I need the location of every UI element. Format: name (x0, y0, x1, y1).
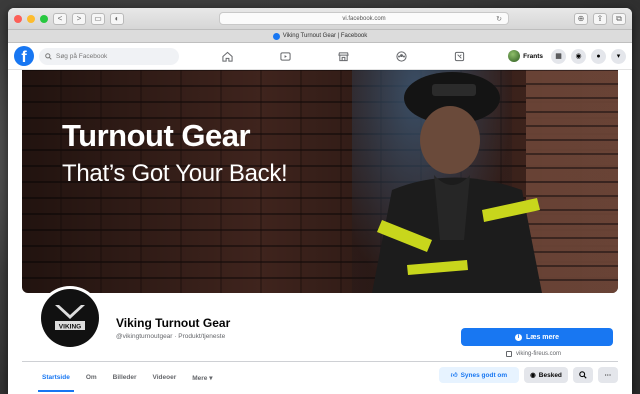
cover-photo[interactable]: Turnout Gear That’s Got Your Back! (22, 70, 618, 293)
nav-groups[interactable] (372, 43, 430, 70)
page-title: Viking Turnout Gear (116, 316, 231, 330)
cover-subheadline: That’s Got Your Back! (62, 160, 288, 187)
thumbs-up-icon: 👍︎ (450, 372, 458, 379)
browser-tab[interactable]: Viking Turnout Gear | Facebook (8, 30, 632, 43)
downloads-icon[interactable]: ⊕ (574, 12, 588, 25)
shield-icon[interactable]: ◐ (110, 12, 124, 25)
message-label: Besked (538, 371, 562, 379)
back-button[interactable]: < (53, 12, 67, 25)
external-link-icon (506, 351, 512, 357)
video-icon (279, 51, 291, 61)
search-icon (579, 371, 587, 379)
page-profile-picture[interactable]: VIKING (38, 286, 102, 350)
ellipsis-icon: ··· (604, 371, 612, 379)
main-nav (198, 43, 488, 70)
search-page-button[interactable] (573, 367, 593, 383)
tab-more[interactable]: Mere ▾ (184, 361, 220, 394)
more-options-button[interactable]: ··· (598, 367, 618, 383)
learn-more-button[interactable]: i Læs mere (461, 328, 613, 346)
header-right: Frants ▦ ◉ ● ▾ (508, 48, 626, 64)
groups-icon (395, 50, 407, 62)
marketplace-icon (337, 51, 349, 61)
facebook-header: f Søg på Facebook Frants ▦ ◉ ● ▾ (8, 43, 632, 70)
browser-window: < > ▭ ◐ vi.facebook.com ↻ ⊕ ⇪ ⧉ Viking T… (8, 8, 632, 394)
account-chevron-down-icon[interactable]: ▾ (611, 48, 626, 64)
menu-grid-icon[interactable]: ▦ (551, 48, 566, 64)
nav-home[interactable] (198, 43, 256, 70)
zoom-window-button[interactable] (40, 14, 48, 23)
message-button[interactable]: ◉ Besked (524, 367, 568, 383)
messenger-small-icon: ◉ (530, 372, 536, 379)
firefighter-illustration (372, 72, 542, 293)
nav-gaming[interactable] (430, 43, 488, 70)
reload-icon[interactable]: ↻ (496, 15, 502, 23)
tab-videoer[interactable]: Videoer (145, 361, 185, 394)
search-icon (45, 52, 52, 60)
url-text: vi.facebook.com (342, 15, 386, 22)
page-content: Turnout Gear That’s Got Your Back! VIKIN… (8, 70, 632, 394)
tab-title: Viking Turnout Gear | Facebook (282, 33, 368, 39)
avatar (508, 50, 521, 62)
profile-name: Frants (523, 52, 543, 60)
tab-om[interactable]: Om (78, 361, 105, 394)
facebook-favicon-icon (272, 32, 280, 40)
page-handle-category: @vikingturnoutgear · Produkt/tjeneste (116, 333, 226, 340)
home-icon (221, 51, 233, 62)
cover-headline: Turnout Gear (62, 118, 251, 153)
website-text: viking-fireus.com (516, 351, 562, 357)
tab-billeder[interactable]: Billeder (105, 361, 145, 394)
search-placeholder: Søg på Facebook (56, 52, 108, 60)
tabs-overview-icon[interactable]: ⧉ (612, 12, 626, 25)
browser-titlebar: < > ▭ ◐ vi.facebook.com ↻ ⊕ ⇪ ⧉ (8, 8, 632, 30)
close-window-button[interactable] (14, 14, 22, 23)
notifications-bell-icon[interactable]: ● (591, 48, 606, 64)
profile-shortcut[interactable]: Frants (508, 50, 546, 62)
search-input[interactable]: Søg på Facebook (39, 47, 179, 65)
tab-startside[interactable]: Startside (34, 361, 78, 394)
viking-emblem-icon: VIKING (55, 305, 85, 331)
minimize-window-button[interactable] (27, 14, 35, 23)
logo-text: VIKING (59, 324, 81, 331)
address-bar[interactable]: vi.facebook.com ↻ (219, 12, 509, 25)
facebook-logo-icon[interactable]: f (14, 46, 34, 66)
page-actions: 👍︎ Synes godt om ◉ Besked ··· (439, 367, 618, 383)
share-icon[interactable]: ⇪ (593, 12, 607, 25)
website-link[interactable]: viking-fireus.com (506, 351, 561, 357)
info-icon: i (514, 333, 522, 341)
nav-watch[interactable] (256, 43, 314, 70)
gaming-icon (454, 51, 464, 61)
like-label: Synes godt om (460, 371, 508, 379)
learn-more-label: Læs mere (525, 333, 560, 341)
like-page-button[interactable]: 👍︎ Synes godt om (439, 367, 519, 383)
nav-marketplace[interactable] (314, 43, 372, 70)
viking-logo: VIKING (41, 289, 99, 347)
sidebar-toggle-button[interactable]: ▭ (91, 12, 105, 25)
forward-button[interactable]: > (72, 12, 86, 25)
page-tabs: Startside Om Billeder Videoer Mere ▾ (34, 361, 221, 394)
messenger-icon[interactable]: ◉ (571, 48, 586, 64)
